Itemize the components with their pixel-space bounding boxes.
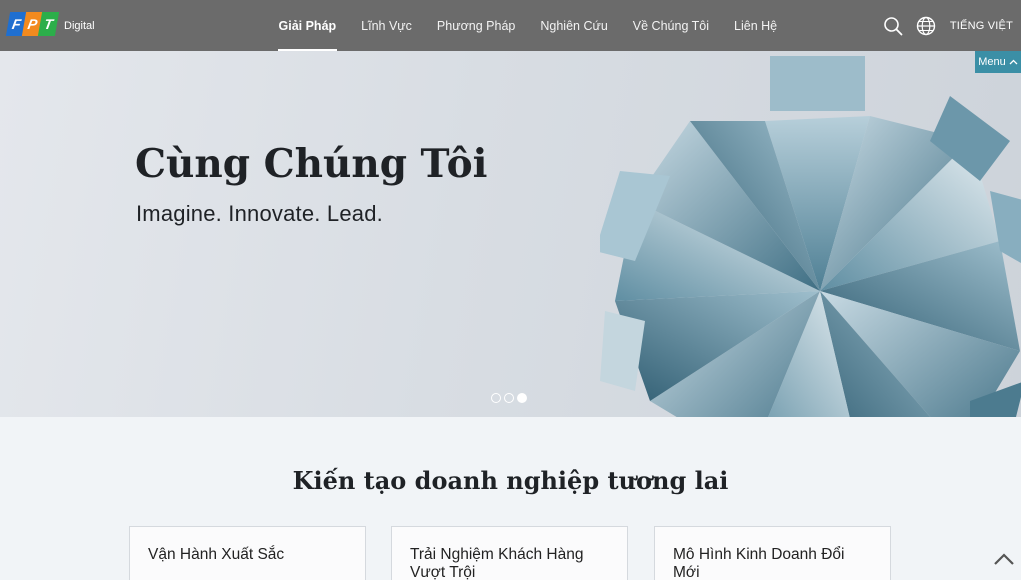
menu-toggle-button[interactable]: Menu [975, 51, 1021, 73]
logo-letter-t: T [37, 12, 60, 36]
solution-card-mo-hinh[interactable]: Mô Hình Kinh Doanh Đổi Mới [654, 526, 891, 580]
logo-subtitle: Digital [64, 20, 95, 32]
logo-mark: F P T [5, 12, 60, 36]
card-label: Trải Nghiệm Khách Hàng Vượt Trội [410, 546, 584, 580]
solution-card-van-hanh[interactable]: Vận Hành Xuất Sắc [129, 526, 366, 580]
crystal-origami-illustration [600, 56, 1021, 417]
language-switcher[interactable]: TIẾNG VIỆT [950, 20, 1013, 32]
scroll-to-top-icon[interactable] [993, 550, 1015, 568]
nav-item-phuong-phap[interactable]: Phương Pháp [424, 0, 527, 51]
carousel-dot-active[interactable] [517, 393, 527, 403]
carousel-dot[interactable] [491, 393, 501, 403]
solution-card-trai-nghiem[interactable]: Trải Nghiệm Khách Hàng Vượt Trội [391, 526, 628, 580]
nav-item-ve-chung-toi[interactable]: Về Chúng Tôi [620, 0, 721, 51]
hero-subtitle: Imagine. Innovate. Lead. [136, 201, 383, 226]
globe-icon[interactable] [915, 15, 937, 37]
carousel-indicators [491, 393, 530, 403]
chevron-up-icon [1009, 59, 1018, 65]
menu-label: Menu [978, 56, 1006, 68]
nav-item-lien-he[interactable]: Liên Hệ [722, 0, 790, 51]
fpt-digital-logo[interactable]: F P T Digital [5, 12, 95, 36]
hero-title: Cùng Chúng Tôi [135, 141, 488, 187]
nav-item-linh-vuc[interactable]: Lĩnh Vực [349, 0, 425, 51]
section-title: Kiến tạo doanh nghiệp tương lai [292, 466, 729, 495]
main-nav: Giải Pháp Lĩnh Vực Phương Pháp Nghiên Cứ… [266, 0, 790, 51]
card-label: Vận Hành Xuất Sắc [148, 546, 285, 563]
top-navigation-bar: F P T Digital Giải Pháp Lĩnh Vực Phương … [0, 0, 1021, 51]
search-icon[interactable] [882, 15, 904, 37]
nav-item-giai-phap[interactable]: Giải Pháp [266, 0, 349, 51]
carousel-dot[interactable] [504, 393, 514, 403]
header-tools: TIẾNG VIỆT [882, 0, 1013, 51]
nav-item-nghien-cuu[interactable]: Nghiên Cứu [528, 0, 620, 51]
card-label: Mô Hình Kinh Doanh Đổi Mới [673, 546, 845, 580]
hero-banner: Cùng Chúng Tôi Imagine. Innovate. Lead. [0, 51, 1021, 417]
